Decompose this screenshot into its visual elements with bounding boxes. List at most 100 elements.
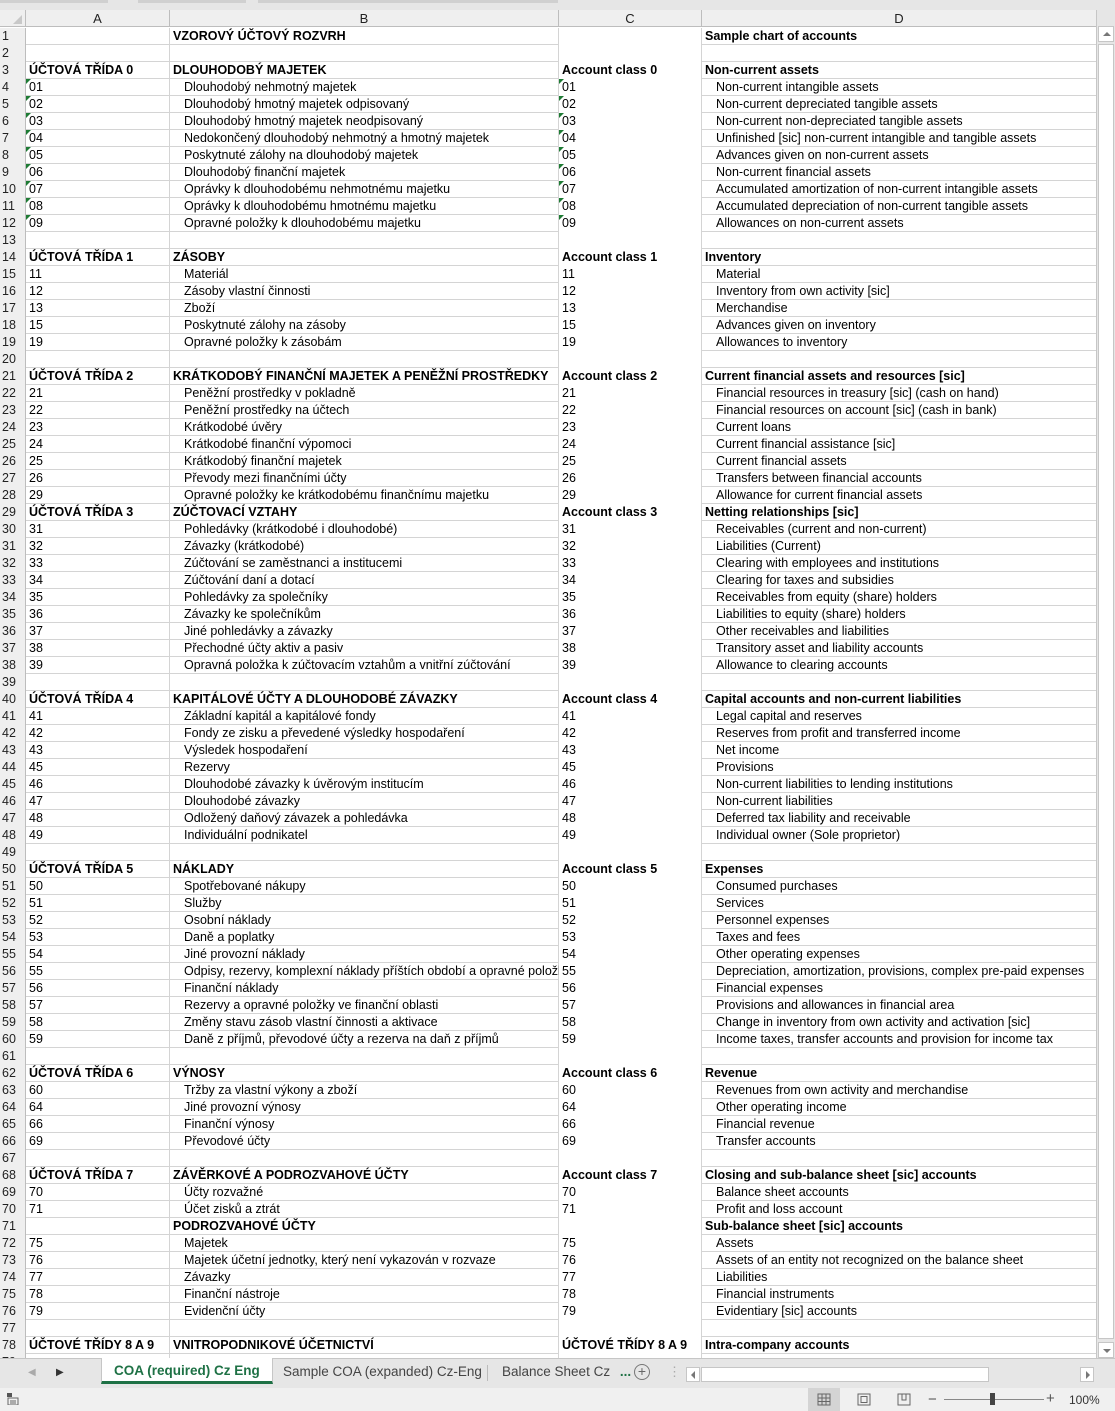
column-header-d[interactable]: D [702, 10, 1096, 27]
cell-b[interactable]: Opravné položky ke krátkodobému finanční… [170, 487, 559, 504]
cell-c[interactable]: 06 [559, 164, 702, 181]
cell-b[interactable]: Peněžní prostředky v pokladně [170, 385, 559, 402]
cell-a[interactable]: 41 [26, 708, 170, 725]
cell-c[interactable]: 21 [559, 385, 702, 402]
row-number[interactable]: 43 [0, 742, 26, 759]
row-number[interactable]: 10 [0, 181, 26, 198]
row-number[interactable]: 75 [0, 1286, 26, 1303]
cell-d[interactable]: Liabilities [702, 1269, 1096, 1286]
cell-b[interactable]: Peněžní prostředky na účtech [170, 402, 559, 419]
row-number[interactable]: 56 [0, 963, 26, 980]
cell-c[interactable] [559, 45, 702, 62]
cell-b[interactable]: Krátkodobý finanční majetek [170, 453, 559, 470]
row-number[interactable]: 49 [0, 844, 26, 861]
cell-d[interactable]: Non-current non-depreciated tangible ass… [702, 113, 1096, 130]
cell-a[interactable]: 25 [26, 453, 170, 470]
cell-b[interactable] [170, 1048, 559, 1065]
cell-c[interactable]: 54 [559, 946, 702, 963]
cell-c[interactable]: Account class 0 [559, 62, 702, 79]
scroll-right-arrow-icon[interactable] [1080, 1367, 1094, 1382]
cell-b[interactable]: Opravná položka k zúčtovacím vztahům a v… [170, 657, 559, 674]
cell-a[interactable] [26, 1150, 170, 1167]
row-number[interactable]: 50 [0, 861, 26, 878]
row-number[interactable]: 53 [0, 912, 26, 929]
cell-b[interactable]: Dlouhodobý hmotný majetek neodpisovaný [170, 113, 559, 130]
cell-b[interactable]: Finanční výnosy [170, 1116, 559, 1133]
row-number[interactable]: 2 [0, 45, 26, 62]
cell-c[interactable]: 41 [559, 708, 702, 725]
cell-d[interactable]: Net income [702, 742, 1096, 759]
cell-d[interactable]: Liabilities to equity (share) holders [702, 606, 1096, 623]
zoom-out-button[interactable]: − [928, 1391, 937, 1408]
cell-c[interactable]: 76 [559, 1252, 702, 1269]
cell-c[interactable]: 36 [559, 606, 702, 623]
sheet-tab-balance-sheet[interactable]: Balance Sheet Cz ... [490, 1359, 643, 1385]
cell-d[interactable]: Advances given on inventory [702, 317, 1096, 334]
cell-a[interactable]: 45 [26, 759, 170, 776]
cell-a[interactable]: 35 [26, 589, 170, 606]
cell-a[interactable]: 09 [26, 215, 170, 232]
cell-b[interactable]: Dlouhodobý nehmotný majetek [170, 79, 559, 96]
cell-b[interactable]: Osobní náklady [170, 912, 559, 929]
row-number[interactable]: 52 [0, 895, 26, 912]
cell-d[interactable]: Deferred tax liability and receivable [702, 810, 1096, 827]
cell-b[interactable]: Poskytnuté zálohy na zásoby [170, 317, 559, 334]
row-number[interactable]: 35 [0, 606, 26, 623]
cell-c[interactable]: 77 [559, 1269, 702, 1286]
cell-a[interactable] [26, 1048, 170, 1065]
row-number[interactable]: 17 [0, 300, 26, 317]
cell-c[interactable] [559, 674, 702, 691]
cell-c[interactable]: 58 [559, 1014, 702, 1031]
horizontal-scroll-thumb[interactable] [701, 1367, 989, 1382]
cell-d[interactable]: Allowances to inventory [702, 334, 1096, 351]
cell-a[interactable]: 70 [26, 1184, 170, 1201]
cell-d[interactable]: Clearing for taxes and subsidies [702, 572, 1096, 589]
cell-a[interactable]: 59 [26, 1031, 170, 1048]
cell-c[interactable]: 75 [559, 1235, 702, 1252]
cell-d[interactable]: Evidentiary [sic] accounts [702, 1303, 1096, 1320]
cell-b[interactable]: Spotřebované nákupy [170, 878, 559, 895]
cell-d[interactable]: Allowances on non-current assets [702, 215, 1096, 232]
cell-d[interactable]: Merchandise [702, 300, 1096, 317]
cell-c[interactable]: 01 [559, 79, 702, 96]
cell-d[interactable]: Profit and loss account [702, 1201, 1096, 1218]
row-number[interactable]: 30 [0, 521, 26, 538]
cell-d[interactable]: Legal capital and reserves [702, 708, 1096, 725]
cell-c[interactable]: 49 [559, 827, 702, 844]
cell-a[interactable]: 07 [26, 181, 170, 198]
cell-d[interactable]: Material [702, 266, 1096, 283]
cell-a[interactable]: 50 [26, 878, 170, 895]
cell-b[interactable]: Rezervy [170, 759, 559, 776]
cell-b[interactable]: KAPITÁLOVÉ ÚČTY A DLOUHODOBÉ ZÁVAZKY [170, 691, 559, 708]
row-number[interactable]: 58 [0, 997, 26, 1014]
more-tabs-ellipsis[interactable]: ... [620, 1364, 631, 1379]
cell-b[interactable]: Tržby za vlastní výkony a zboží [170, 1082, 559, 1099]
cell-d[interactable]: Sample chart of accounts [702, 28, 1096, 45]
cell-b[interactable]: Opravné položky k dlouhodobému majetku [170, 215, 559, 232]
cell-d[interactable]: Financial instruments [702, 1286, 1096, 1303]
cell-d[interactable]: Accumulated amortization of non-current … [702, 181, 1096, 198]
column-header-b[interactable]: B [170, 10, 559, 27]
cell-a[interactable]: ÚČTOVÁ TŘÍDA 7 [26, 1167, 170, 1184]
cell-d[interactable]: Current financial assistance [sic] [702, 436, 1096, 453]
normal-view-button[interactable] [808, 1388, 840, 1411]
row-number[interactable]: 31 [0, 538, 26, 555]
cell-c[interactable]: 08 [559, 198, 702, 215]
cell-d[interactable]: Allowance for current financial assets [702, 487, 1096, 504]
cell-a[interactable] [26, 232, 170, 249]
row-number[interactable]: 15 [0, 266, 26, 283]
cell-c[interactable] [559, 28, 702, 45]
cell-a[interactable]: ÚČTOVÁ TŘÍDA 4 [26, 691, 170, 708]
cell-b[interactable]: Závazky (krátkodobé) [170, 538, 559, 555]
row-number[interactable]: 1 [0, 28, 26, 45]
cell-b[interactable] [170, 1320, 559, 1337]
cell-b[interactable]: ZÁSOBY [170, 249, 559, 266]
cell-c[interactable]: 70 [559, 1184, 702, 1201]
cell-d[interactable]: Personnel expenses [702, 912, 1096, 929]
cell-c[interactable]: Account class 2 [559, 368, 702, 385]
cell-b[interactable]: Krátkodobé úvěry [170, 419, 559, 436]
cell-d[interactable]: Expenses [702, 861, 1096, 878]
cell-b[interactable] [170, 1150, 559, 1167]
cell-c[interactable]: 38 [559, 640, 702, 657]
cell-d[interactable]: Revenue [702, 1065, 1096, 1082]
